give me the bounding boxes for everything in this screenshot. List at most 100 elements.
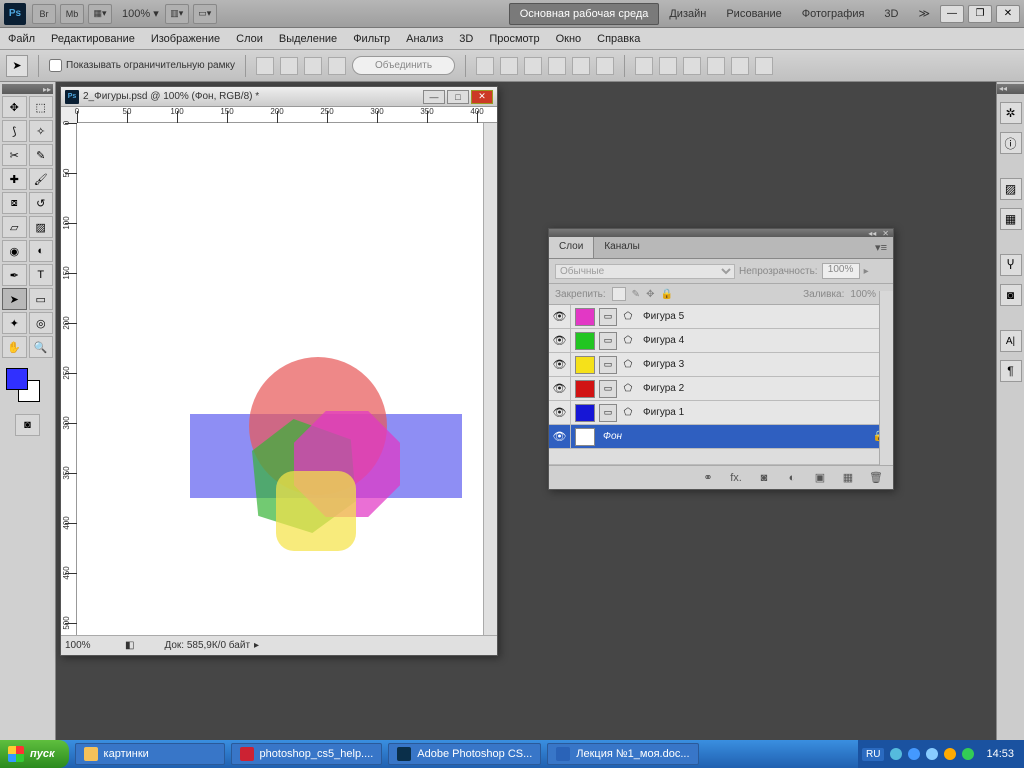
minibridge-button[interactable]: Mb: [60, 4, 84, 24]
layer-thumb[interactable]: [575, 380, 595, 398]
window-restore[interactable]: ❐: [968, 5, 992, 23]
layer-row[interactable]: 👁▭⬠Фигура 5: [549, 305, 893, 329]
history-brush-tool[interactable]: ↺: [29, 192, 54, 214]
color-icon[interactable]: ▨: [1000, 178, 1022, 200]
eraser-tool[interactable]: ▱: [2, 216, 27, 238]
menu-select[interactable]: Выделение: [279, 33, 337, 45]
heal-tool[interactable]: ✚: [2, 168, 27, 190]
layer-row[interactable]: 👁▭⬠Фигура 2: [549, 377, 893, 401]
language-indicator[interactable]: RU: [862, 748, 884, 761]
opacity-arrow-icon[interactable]: ▸: [864, 266, 869, 277]
menu-file[interactable]: Файл: [8, 33, 35, 45]
vector-mask-thumb[interactable]: ▭: [599, 380, 617, 398]
doc-minimize[interactable]: —: [423, 90, 445, 104]
layer-group-icon[interactable]: ▣: [811, 469, 829, 487]
hand-tool[interactable]: ✋: [2, 336, 27, 358]
adjust-icon[interactable]: Ⴤ: [1000, 254, 1022, 276]
opt-icon-4[interactable]: [328, 57, 346, 75]
menu-help[interactable]: Справка: [597, 33, 640, 45]
tray-icon-5[interactable]: [962, 748, 974, 760]
opt-icon-1[interactable]: [256, 57, 274, 75]
visibility-icon[interactable]: 👁: [549, 353, 571, 376]
blur-tool[interactable]: ◉: [2, 240, 27, 262]
arrange-docs-button[interactable]: ▥▾: [165, 4, 189, 24]
vector-mask-thumb[interactable]: ▭: [599, 404, 617, 422]
doc-scrollbar-vertical[interactable]: [483, 123, 497, 635]
fill-value[interactable]: 100%: [850, 289, 876, 300]
vector-mask-thumb[interactable]: ▭: [599, 308, 617, 326]
start-button[interactable]: пуск: [0, 740, 69, 768]
layer-thumb[interactable]: [575, 332, 595, 350]
tray-icon-1[interactable]: [890, 748, 902, 760]
pen-tool[interactable]: ✒: [2, 264, 27, 286]
align-6[interactable]: [596, 57, 614, 75]
panel-menu-icon[interactable]: ▾≡: [869, 237, 893, 258]
adjustment-layer-icon[interactable]: ◐: [783, 469, 801, 487]
align-3[interactable]: [524, 57, 542, 75]
layer-row[interactable]: 👁▭⬠Фигура 1: [549, 401, 893, 425]
workspace-3d[interactable]: 3D: [874, 4, 908, 24]
visibility-icon[interactable]: 👁: [549, 377, 571, 400]
link-layers-icon[interactable]: ⚭: [699, 469, 717, 487]
move-tool[interactable]: ✥: [2, 96, 27, 118]
layer-name[interactable]: Фигура 3: [643, 359, 684, 370]
workspace-painting[interactable]: Рисование: [716, 4, 791, 24]
layer-row[interactable]: 👁▭⬠Фигура 4: [549, 329, 893, 353]
align-1[interactable]: [476, 57, 494, 75]
canvas[interactable]: [77, 123, 497, 635]
layer-name[interactable]: Фигура 5: [643, 311, 684, 322]
task-pdf[interactable]: photoshop_cs5_help....: [231, 743, 383, 765]
menu-image[interactable]: Изображение: [151, 33, 220, 45]
menu-view[interactable]: Просмотр: [489, 33, 539, 45]
masks-icon[interactable]: ◙: [1000, 284, 1022, 306]
dist-2[interactable]: [659, 57, 677, 75]
align-5[interactable]: [572, 57, 590, 75]
dist-4[interactable]: [707, 57, 725, 75]
opacity-value[interactable]: 100%: [822, 263, 860, 279]
doc-close[interactable]: ✕: [471, 90, 493, 104]
vector-mask-thumb[interactable]: ▭: [599, 356, 617, 374]
show-bbox-checkbox[interactable]: Показывать ограничительную рамку: [49, 59, 235, 72]
align-2[interactable]: [500, 57, 518, 75]
layers-panel-strip[interactable]: ◂◂✕: [549, 229, 893, 237]
workspace-more[interactable]: ≫: [908, 3, 940, 24]
opt-icon-3[interactable]: [304, 57, 322, 75]
tab-layers[interactable]: Слои: [549, 237, 594, 258]
task-pictures[interactable]: картинки: [75, 743, 225, 765]
window-close[interactable]: ✕: [996, 5, 1020, 23]
layer-row-background[interactable]: 👁Фон🔒: [549, 425, 893, 449]
menu-edit[interactable]: Редактирование: [51, 33, 135, 45]
layer-fx-icon[interactable]: fx.: [727, 469, 745, 487]
shape-tool[interactable]: ▭: [29, 288, 54, 310]
doc-zoom-value[interactable]: 100%: [65, 640, 125, 651]
opt-icon-2[interactable]: [280, 57, 298, 75]
layer-thumb[interactable]: [575, 356, 595, 374]
layer-name[interactable]: Фон: [603, 431, 622, 442]
menu-filter[interactable]: Фильтр: [353, 33, 390, 45]
tray-icon-3[interactable]: [926, 748, 938, 760]
vertical-ruler[interactable]: 050100150200250300350400450500: [61, 123, 77, 635]
task-word[interactable]: Лекция №1_моя.doc...: [547, 743, 698, 765]
blend-mode-select[interactable]: Обычные: [555, 264, 735, 279]
layer-name[interactable]: Фигура 4: [643, 335, 684, 346]
lock-all-icon[interactable]: 🔒: [660, 289, 672, 300]
zoom-tool[interactable]: 🔍: [29, 336, 54, 358]
layer-row[interactable]: 👁▭⬠Фигура 3: [549, 353, 893, 377]
layer-name[interactable]: Фигура 2: [643, 383, 684, 394]
rdock-collapse[interactable]: ◂◂: [997, 84, 1024, 94]
visibility-icon[interactable]: 👁: [549, 305, 571, 328]
tools-collapse[interactable]: ▸▸: [2, 84, 53, 94]
wand-tool[interactable]: ✧: [29, 120, 54, 142]
doc-info-arrow-icon[interactable]: ▸: [254, 640, 259, 651]
eyedropper-tool[interactable]: ✎: [29, 144, 54, 166]
tray-icon-2[interactable]: [908, 748, 920, 760]
doc-status-icon[interactable]: ◧: [125, 640, 134, 651]
merge-button[interactable]: Объединить: [352, 56, 455, 75]
new-layer-icon[interactable]: ▦: [839, 469, 857, 487]
menu-analysis[interactable]: Анализ: [406, 33, 443, 45]
info-icon[interactable]: ⓘ: [1000, 132, 1022, 154]
vector-mask-thumb[interactable]: ▭: [599, 332, 617, 350]
gradient-tool[interactable]: ▨: [29, 216, 54, 238]
tab-channels[interactable]: Каналы: [594, 237, 650, 258]
quickmask-tool[interactable]: ◙: [15, 414, 40, 436]
